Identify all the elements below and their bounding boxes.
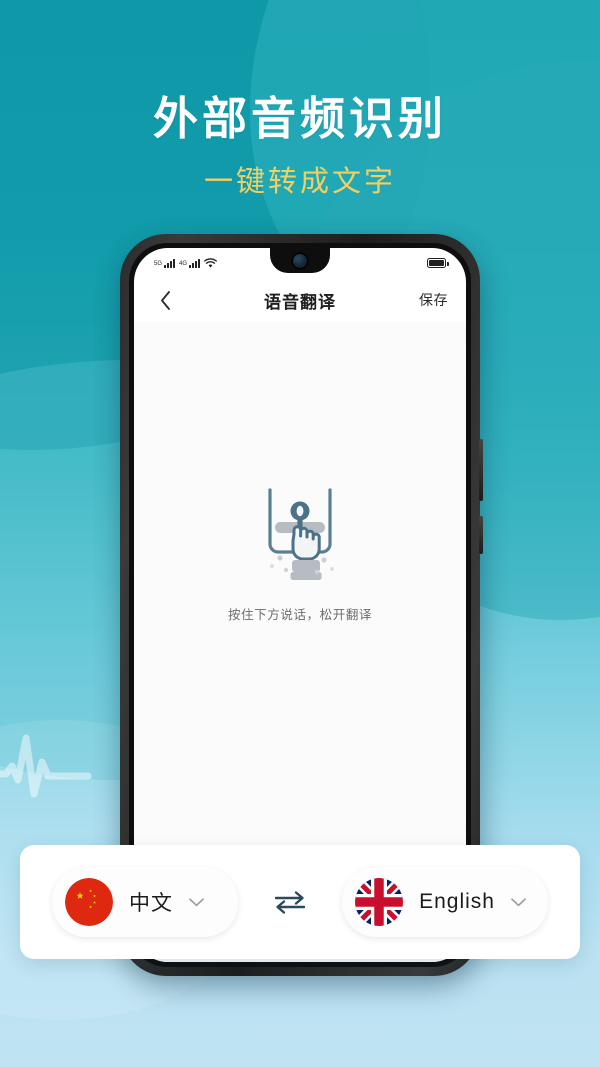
status-bar-left: 5G 4G [154,257,217,269]
app-nav-bar: 语音翻译 保存 [134,278,466,322]
battery-icon [427,258,449,268]
flag-uk-icon [355,878,404,926]
chevron-left-icon [160,290,170,310]
hint-text: 按住下方说话，松开翻译 [227,608,373,622]
target-language-label: English [419,890,495,913]
source-language-selector[interactable]: 中文 [52,867,238,937]
back-button[interactable] [152,287,178,313]
source-language-label: 中文 [129,892,173,915]
swap-arrows-icon [274,891,306,914]
signal-bars [189,258,201,268]
page-title: 外部音频识别 [152,93,447,144]
chevron-down-icon [511,897,526,907]
signal-bars [164,258,176,268]
wifi-icon [204,257,217,268]
save-button[interactable]: 保存 [419,290,448,310]
chevron-down-icon [189,897,204,907]
status-bar-right [427,258,449,268]
press-and-hold-hand-icon [268,488,334,580]
promo-screenshot: 外部音频识别 一键转成文字 5G 4G 语音翻译 保存 按住下方说话，松开翻译 … [0,0,600,1067]
swap-languages-button[interactable] [268,889,312,915]
phone-power-button [479,516,483,554]
page-subtitle: 一键转成文字 [203,166,396,198]
target-language-selector[interactable]: English [342,867,548,937]
audio-waveform-icon [0,734,92,798]
signal-icon-1: 5G [154,258,176,268]
app-title: 语音翻译 [264,292,336,312]
signal-icon-2: 4G [179,258,201,268]
flag-china-icon [65,878,113,926]
status-bar: 5G 4G [134,248,466,278]
phone-volume-button [479,439,483,501]
language-selection-bar: 中文 English [20,845,580,959]
